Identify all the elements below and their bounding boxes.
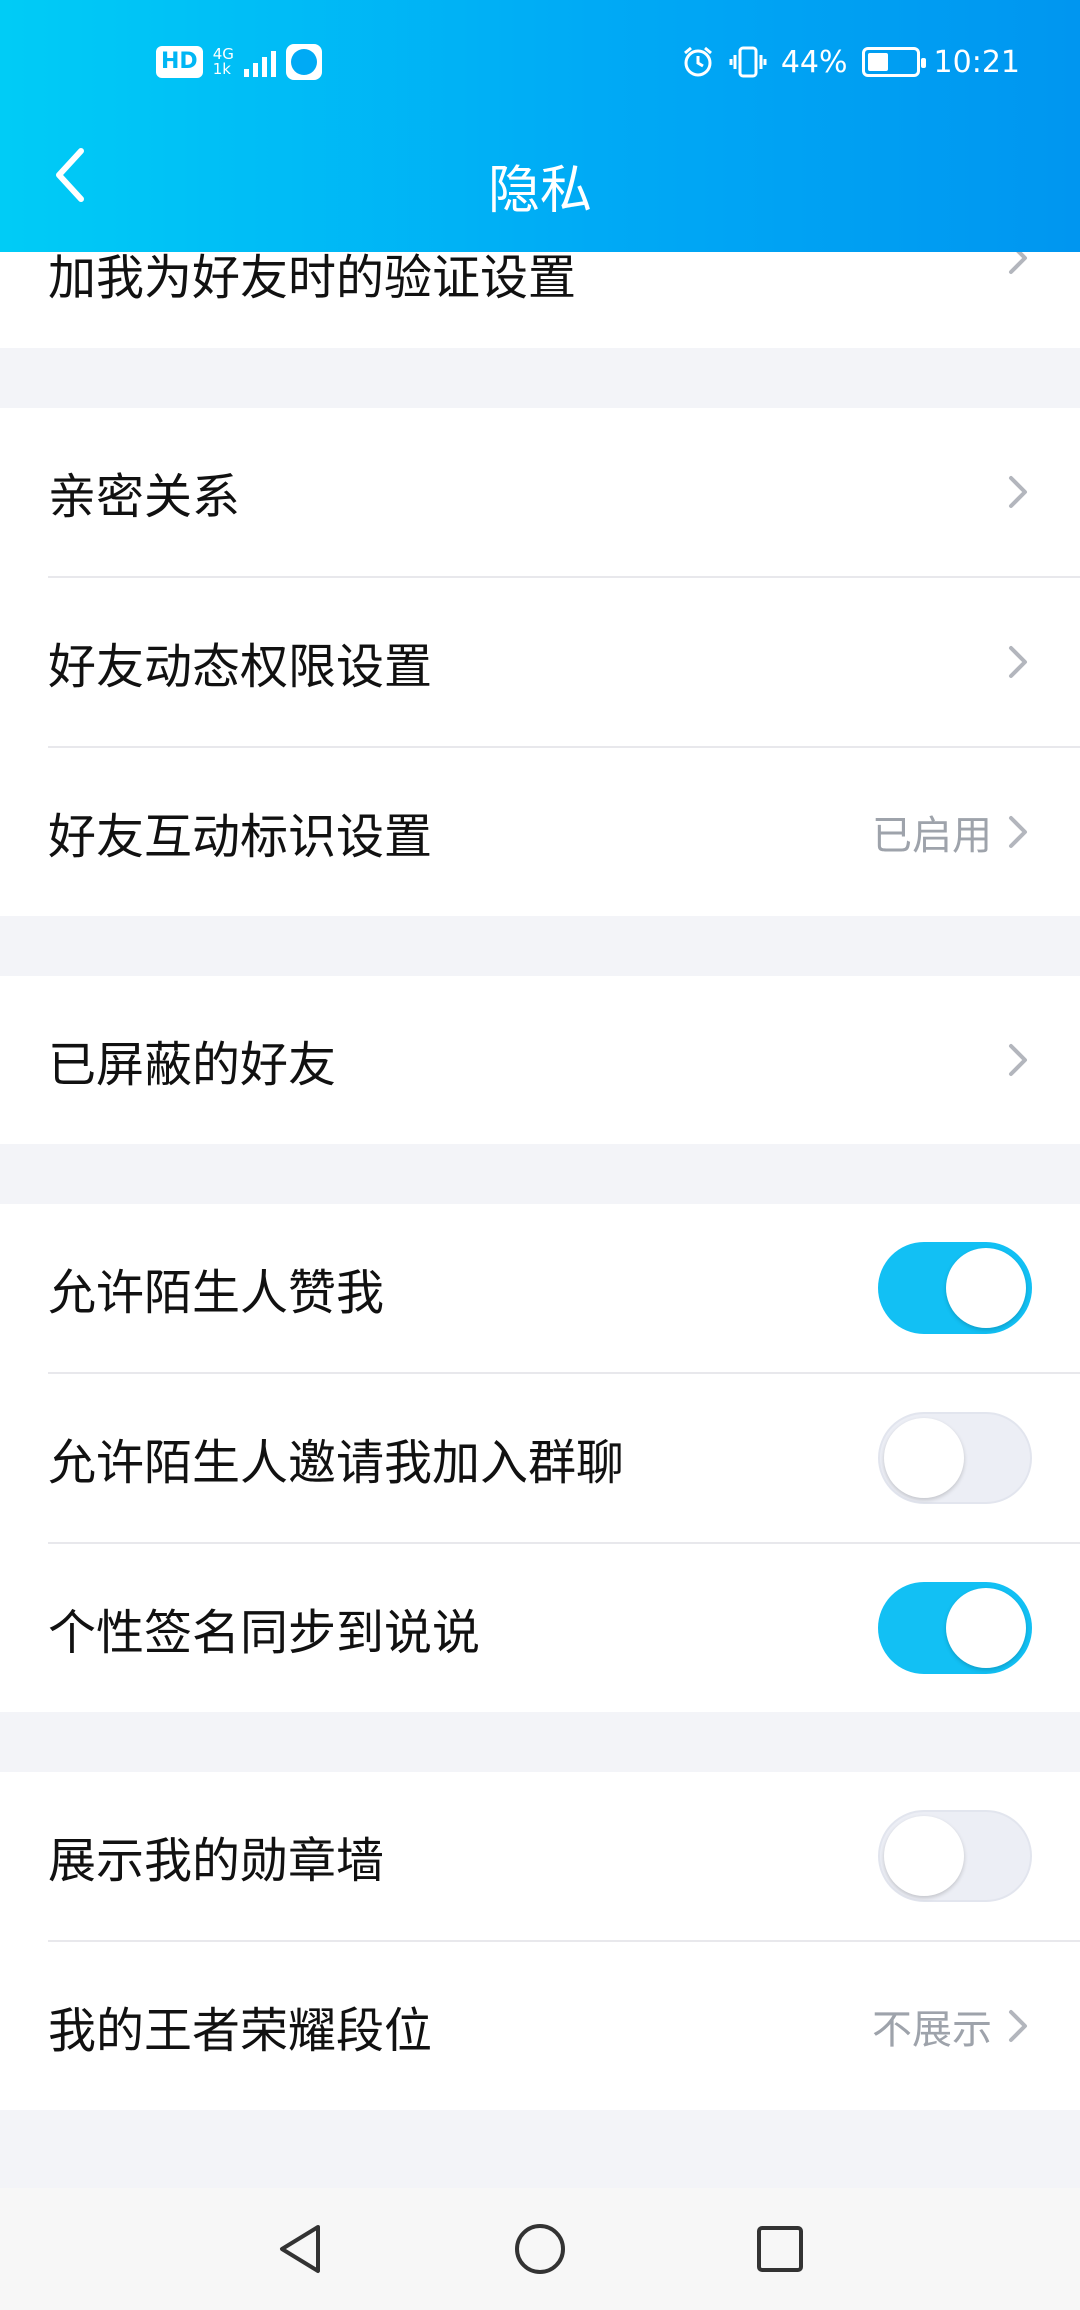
triangle-back-icon (280, 2225, 320, 2273)
group-spacer (0, 2110, 1080, 2170)
badge-wall-toggle[interactable] (878, 1810, 1032, 1902)
settings-group-friend-verification: 加我为好友时的验证设置 (0, 238, 1080, 348)
stranger-group-invite-toggle[interactable] (878, 1412, 1032, 1504)
app-header: HD 4G 1k 44% 10:21 隐私 (0, 0, 1080, 252)
circle-home-icon (515, 2224, 565, 2274)
setting-label: 展示我的勋章墙 (48, 1833, 385, 1889)
network-sub-label: 1k (212, 60, 231, 78)
setting-sync-signature-to-posts: 个性签名同步到说说 (0, 1544, 1080, 1712)
setting-label: 我的王者荣耀段位 (48, 2003, 433, 2059)
setting-label: 好友互动标识设置 (48, 809, 433, 865)
setting-value: 已启用 (872, 813, 992, 859)
settings-group-friends: 亲密关系 好友动态权限设置 好友互动标识设置 已启用 (0, 408, 1080, 916)
toggle-knob (946, 1248, 1026, 1328)
toggle-knob (946, 1588, 1026, 1668)
group-spacer (0, 1144, 1080, 1204)
app-notification-icon (285, 44, 322, 80)
setting-value: 不展示 (872, 2007, 992, 2053)
chevron-right-icon (1009, 816, 1027, 848)
hd-badge: HD (156, 46, 203, 78)
system-navigation-bar (0, 2188, 1080, 2310)
setting-label: 好友动态权限设置 (48, 639, 433, 695)
settings-group-strangers: 允许陌生人赞我 允许陌生人邀请我加入群聊 个性签名同步到说说 (0, 1204, 1080, 1712)
setting-honor-of-kings-rank[interactable]: 我的王者荣耀段位 不展示 (0, 1942, 1080, 2110)
battery-icon (861, 47, 926, 77)
setting-label: 允许陌生人赞我 (48, 1265, 385, 1321)
setting-friend-interaction-badges[interactable]: 好友互动标识设置 已启用 (0, 748, 1080, 916)
signature-sync-toggle[interactable] (878, 1582, 1032, 1674)
nav-home-button[interactable] (500, 2209, 580, 2289)
square-recents-icon (757, 2226, 803, 2272)
alarm-icon (683, 46, 712, 77)
setting-friend-verification[interactable]: 加我为好友时的验证设置 (0, 238, 1080, 348)
setting-allow-stranger-group-invites: 允许陌生人邀请我加入群聊 (0, 1374, 1080, 1542)
status-bar-left: HD 4G 1k (156, 40, 322, 84)
chevron-right-icon (1009, 476, 1027, 508)
setting-show-badge-wall: 展示我的勋章墙 (0, 1772, 1080, 1940)
page-title: 隐私 (487, 161, 592, 221)
battery-percent: 44% (780, 44, 848, 80)
nav-recents-button[interactable] (740, 2209, 820, 2289)
settings-group-blocked: 已屏蔽的好友 (0, 976, 1080, 1144)
setting-label: 个性签名同步到说说 (48, 1605, 481, 1661)
group-spacer (0, 348, 1080, 408)
setting-blocked-friends[interactable]: 已屏蔽的好友 (0, 976, 1080, 1144)
stranger-likes-toggle[interactable] (878, 1242, 1032, 1334)
nav-back-button[interactable] (260, 2209, 340, 2289)
signal-icon (243, 47, 276, 77)
group-spacer (0, 916, 1080, 976)
network-type: 4G 1k (213, 47, 234, 77)
group-spacer (0, 1712, 1080, 1772)
status-bar-right: 44% 10:21 (681, 40, 1020, 84)
setting-label: 允许陌生人邀请我加入群聊 (48, 1435, 625, 1491)
setting-allow-stranger-likes: 允许陌生人赞我 (0, 1204, 1080, 1372)
settings-group-profile-display: 展示我的勋章墙 我的王者荣耀段位 不展示 (0, 1772, 1080, 2110)
toggle-knob (884, 1418, 964, 1498)
chevron-right-icon (1009, 646, 1027, 678)
setting-intimate-relationship[interactable]: 亲密关系 (0, 408, 1080, 576)
setting-friend-feed-permissions[interactable]: 好友动态权限设置 (0, 578, 1080, 746)
toggle-knob (884, 1816, 964, 1896)
setting-label: 亲密关系 (48, 469, 241, 525)
vibrate-icon (729, 46, 767, 78)
chevron-right-icon (1009, 1044, 1027, 1076)
status-time: 10:21 (933, 44, 1020, 80)
chevron-right-icon (1009, 2010, 1027, 2042)
settings-list: 加我为好友时的验证设置 亲密关系 好友动态权限设置 好友互动标识设置 已启用 已… (0, 238, 1080, 2170)
setting-label: 已屏蔽的好友 (48, 1037, 337, 1093)
